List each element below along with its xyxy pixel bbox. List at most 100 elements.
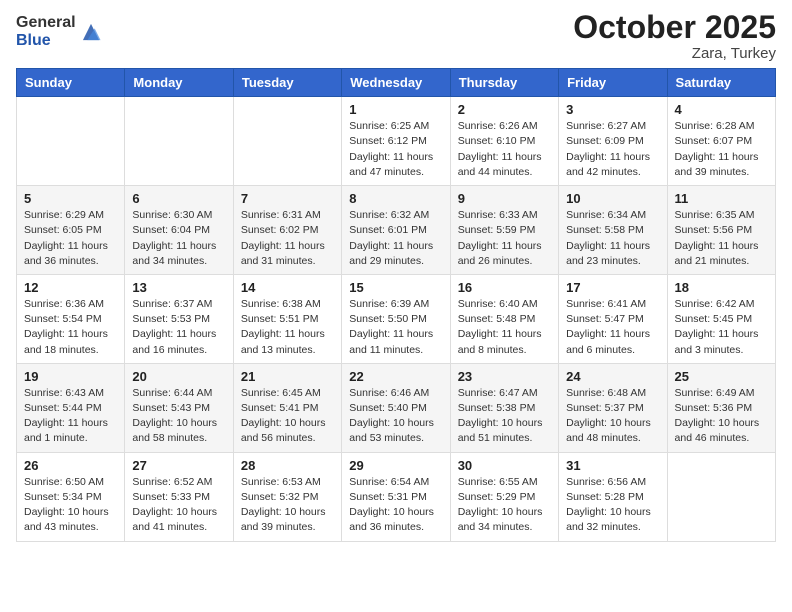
header: General Blue October 2025 Zara, Turkey <box>16 10 776 62</box>
day-info: Sunrise: 6:32 AM Sunset: 6:01 PM Dayligh… <box>349 208 442 269</box>
calendar-cell: 31Sunrise: 6:56 AM Sunset: 5:28 PM Dayli… <box>559 452 667 541</box>
calendar-header-row: SundayMondayTuesdayWednesdayThursdayFrid… <box>17 69 776 97</box>
calendar-week-row: 12Sunrise: 6:36 AM Sunset: 5:54 PM Dayli… <box>17 274 776 363</box>
day-info: Sunrise: 6:55 AM Sunset: 5:29 PM Dayligh… <box>458 475 551 536</box>
calendar-cell: 17 Sunrise: 6:41 AM Sunset: 5:47 PM Dayli… <box>559 274 667 363</box>
day-info: Sunrise: 6:46 AM Sunset: 5:40 PM Dayligh… <box>349 386 442 447</box>
day-number: 25 <box>675 369 768 384</box>
calendar-cell: 12Sunrise: 6:36 AM Sunset: 5:54 PM Dayli… <box>17 274 125 363</box>
day-number: 10 <box>566 191 659 206</box>
day-info: Sunrise: 6:40 AM Sunset: 5:48 PM Dayligh… <box>458 297 551 358</box>
day-info: Sunrise: 6:45 AM Sunset: 5:41 PM Dayligh… <box>241 386 334 447</box>
logo-general-text: General <box>16 14 76 32</box>
day-number: 19 <box>24 369 117 384</box>
day-number: 3 <box>566 102 659 117</box>
day-header-friday: Friday <box>559 69 667 97</box>
day-header-sunday: Sunday <box>17 69 125 97</box>
calendar-cell: 9 Sunrise: 6:33 AM Sunset: 5:59 PM Daylig… <box>450 186 558 275</box>
day-number: 7 <box>241 191 334 206</box>
calendar-week-row: 19 Sunrise: 6:43 AM Sunset: 5:44 PM Dayli… <box>17 363 776 452</box>
day-number: 1 <box>349 102 442 117</box>
day-info: Sunrise: 6:48 AM Sunset: 5:37 PM Dayligh… <box>566 386 659 447</box>
day-info: Sunrise: 6:41 AM Sunset: 5:47 PM Dayligh… <box>566 297 659 358</box>
day-number: 29 <box>349 458 442 473</box>
day-number: 21 <box>241 369 334 384</box>
calendar-cell: 7 Sunrise: 6:31 AM Sunset: 6:02 PM Daylig… <box>233 186 341 275</box>
day-number: 8 <box>349 191 442 206</box>
location: Zara, Turkey <box>573 45 776 62</box>
calendar-cell: 22 Sunrise: 6:46 AM Sunset: 5:40 PM Dayli… <box>342 363 450 452</box>
calendar-cell: 10 Sunrise: 6:34 AM Sunset: 5:58 PM Dayli… <box>559 186 667 275</box>
day-number: 13 <box>132 280 225 295</box>
day-info: Sunrise: 6:42 AM Sunset: 5:45 PM Dayligh… <box>675 297 768 358</box>
page: General Blue October 2025 Zara, Turkey S… <box>0 0 792 612</box>
calendar-cell: 8 Sunrise: 6:32 AM Sunset: 6:01 PM Daylig… <box>342 186 450 275</box>
day-number: 18 <box>675 280 768 295</box>
calendar-cell: 2Sunrise: 6:26 AM Sunset: 6:10 PM Daylig… <box>450 97 558 186</box>
day-number: 20 <box>132 369 225 384</box>
month-title: October 2025 <box>573 10 776 45</box>
day-info: Sunrise: 6:27 AM Sunset: 6:09 PM Dayligh… <box>566 119 659 180</box>
day-info: Sunrise: 6:31 AM Sunset: 6:02 PM Dayligh… <box>241 208 334 269</box>
calendar-cell: 3 Sunrise: 6:27 AM Sunset: 6:09 PM Daylig… <box>559 97 667 186</box>
day-info: Sunrise: 6:52 AM Sunset: 5:33 PM Dayligh… <box>132 475 225 536</box>
calendar-cell: 27 Sunrise: 6:52 AM Sunset: 5:33 PM Dayli… <box>125 452 233 541</box>
day-info: Sunrise: 6:38 AM Sunset: 5:51 PM Dayligh… <box>241 297 334 358</box>
day-number: 31 <box>566 458 659 473</box>
calendar-cell: 15Sunrise: 6:39 AM Sunset: 5:50 PM Dayli… <box>342 274 450 363</box>
day-number: 4 <box>675 102 768 117</box>
day-header-saturday: Saturday <box>667 69 775 97</box>
day-number: 27 <box>132 458 225 473</box>
calendar-week-row: 1 Sunrise: 6:25 AM Sunset: 6:12 PM Daylig… <box>17 97 776 186</box>
day-number: 28 <box>241 458 334 473</box>
day-number: 9 <box>458 191 551 206</box>
day-number: 30 <box>458 458 551 473</box>
day-info: Sunrise: 6:44 AM Sunset: 5:43 PM Dayligh… <box>132 386 225 447</box>
day-header-thursday: Thursday <box>450 69 558 97</box>
calendar-cell: 20 Sunrise: 6:44 AM Sunset: 5:43 PM Dayli… <box>125 363 233 452</box>
day-info: Sunrise: 6:33 AM Sunset: 5:59 PM Dayligh… <box>458 208 551 269</box>
day-info: Sunrise: 6:34 AM Sunset: 5:58 PM Dayligh… <box>566 208 659 269</box>
calendar-week-row: 26 Sunrise: 6:50 AM Sunset: 5:34 PM Dayli… <box>17 452 776 541</box>
day-info: Sunrise: 6:30 AM Sunset: 6:04 PM Dayligh… <box>132 208 225 269</box>
day-number: 11 <box>675 191 768 206</box>
day-info: Sunrise: 6:39 AM Sunset: 5:50 PM Dayligh… <box>349 297 442 358</box>
day-info: Sunrise: 6:50 AM Sunset: 5:34 PM Dayligh… <box>24 475 117 536</box>
calendar-cell <box>125 97 233 186</box>
day-info: Sunrise: 6:36 AM Sunset: 5:54 PM Dayligh… <box>24 297 117 358</box>
day-info: Sunrise: 6:54 AM Sunset: 5:31 PM Dayligh… <box>349 475 442 536</box>
day-info: Sunrise: 6:47 AM Sunset: 5:38 PM Dayligh… <box>458 386 551 447</box>
calendar-cell: 23 Sunrise: 6:47 AM Sunset: 5:38 PM Dayli… <box>450 363 558 452</box>
calendar-cell <box>17 97 125 186</box>
day-info: Sunrise: 6:43 AM Sunset: 5:44 PM Dayligh… <box>24 386 117 447</box>
calendar-cell: 18 Sunrise: 6:42 AM Sunset: 5:45 PM Dayli… <box>667 274 775 363</box>
calendar-cell: 4 Sunrise: 6:28 AM Sunset: 6:07 PM Daylig… <box>667 97 775 186</box>
calendar-cell: 14Sunrise: 6:38 AM Sunset: 5:51 PM Dayli… <box>233 274 341 363</box>
day-number: 17 <box>566 280 659 295</box>
day-number: 22 <box>349 369 442 384</box>
day-number: 16 <box>458 280 551 295</box>
logo-blue-text: Blue <box>16 32 76 50</box>
calendar-cell: 29 Sunrise: 6:54 AM Sunset: 5:31 PM Dayli… <box>342 452 450 541</box>
day-header-tuesday: Tuesday <box>233 69 341 97</box>
logo-icon <box>80 21 102 43</box>
day-info: Sunrise: 6:25 AM Sunset: 6:12 PM Dayligh… <box>349 119 442 180</box>
day-number: 26 <box>24 458 117 473</box>
day-info: Sunrise: 6:35 AM Sunset: 5:56 PM Dayligh… <box>675 208 768 269</box>
day-info: Sunrise: 6:37 AM Sunset: 5:53 PM Dayligh… <box>132 297 225 358</box>
calendar-cell: 1 Sunrise: 6:25 AM Sunset: 6:12 PM Daylig… <box>342 97 450 186</box>
calendar-cell: 25Sunrise: 6:49 AM Sunset: 5:36 PM Dayli… <box>667 363 775 452</box>
logo: General Blue <box>16 14 102 49</box>
day-number: 23 <box>458 369 551 384</box>
day-info: Sunrise: 6:28 AM Sunset: 6:07 PM Dayligh… <box>675 119 768 180</box>
logo-text: General Blue <box>16 14 76 49</box>
calendar-cell: 13 Sunrise: 6:37 AM Sunset: 5:53 PM Dayli… <box>125 274 233 363</box>
calendar-cell: 24Sunrise: 6:48 AM Sunset: 5:37 PM Dayli… <box>559 363 667 452</box>
calendar-cell: 30 Sunrise: 6:55 AM Sunset: 5:29 PM Dayli… <box>450 452 558 541</box>
calendar-cell: 5Sunrise: 6:29 AM Sunset: 6:05 PM Daylig… <box>17 186 125 275</box>
day-number: 6 <box>132 191 225 206</box>
calendar-cell: 16 Sunrise: 6:40 AM Sunset: 5:48 PM Dayli… <box>450 274 558 363</box>
title-area: October 2025 Zara, Turkey <box>573 10 776 62</box>
calendar-cell: 19 Sunrise: 6:43 AM Sunset: 5:44 PM Dayli… <box>17 363 125 452</box>
day-info: Sunrise: 6:26 AM Sunset: 6:10 PM Dayligh… <box>458 119 551 180</box>
